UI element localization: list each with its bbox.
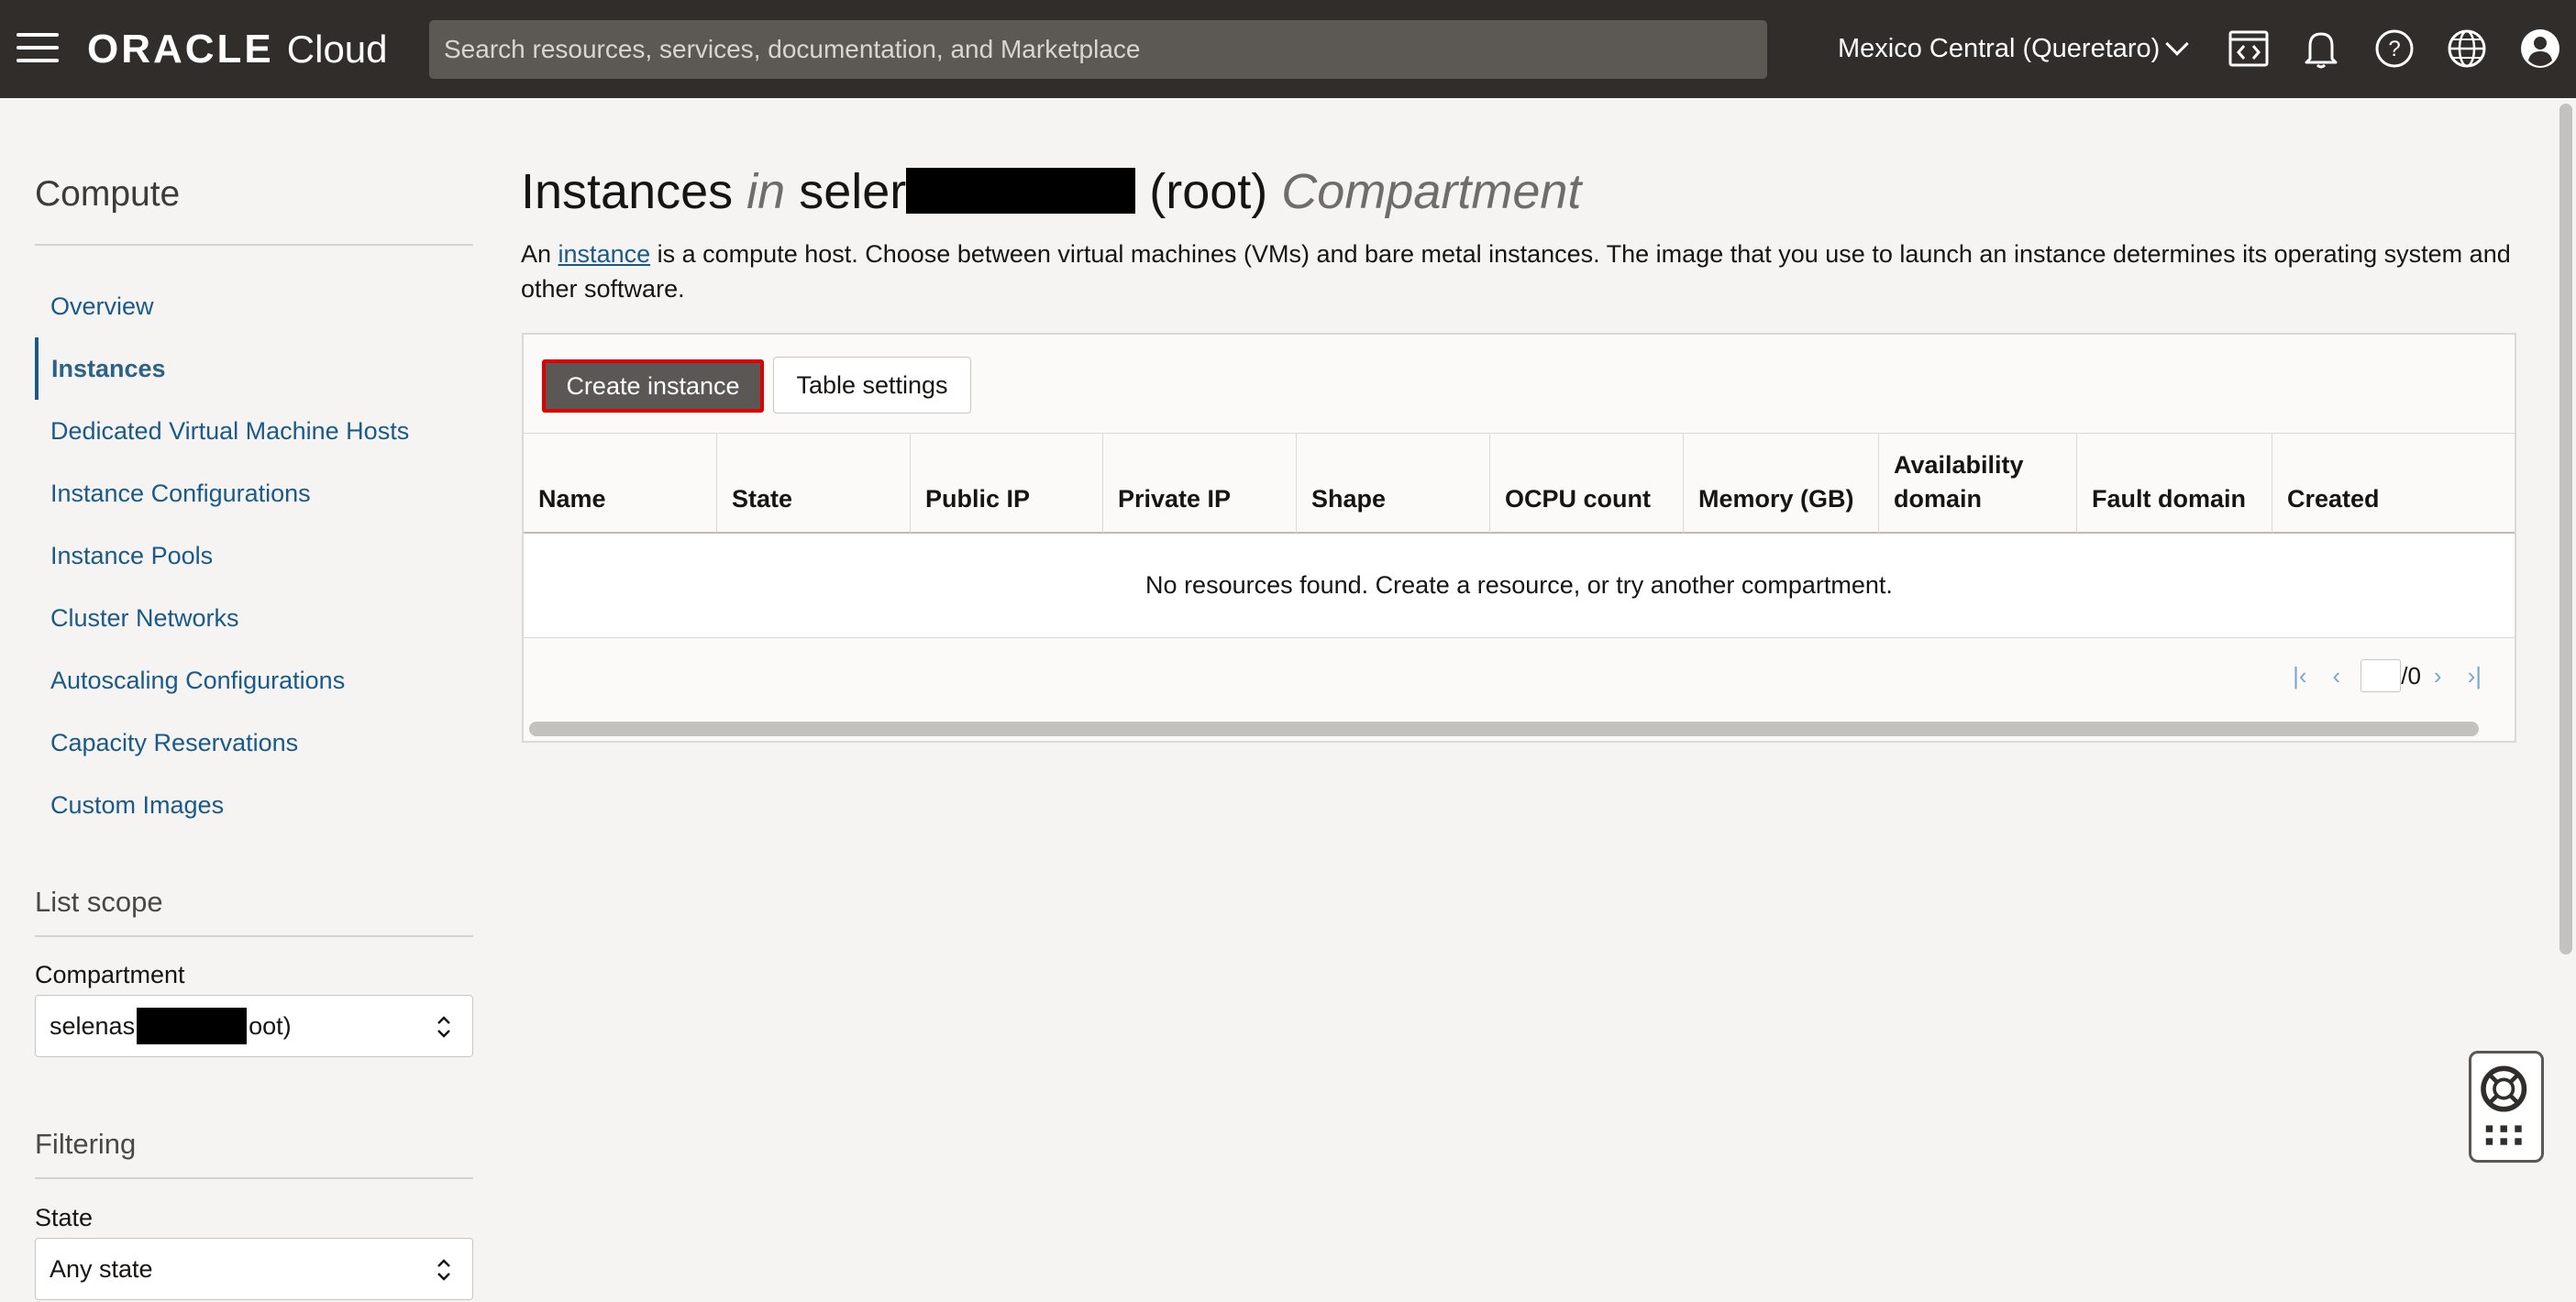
column-header-name[interactable]: Name (524, 434, 717, 533)
last-page-icon[interactable]: ›| (2468, 662, 2482, 690)
sidebar-item-autoscaling-configurations[interactable]: Autoscaling Configurations (35, 649, 473, 712)
chevron-down-icon (2165, 32, 2190, 56)
select-updown-icon (437, 1259, 450, 1281)
column-header-public-ip[interactable]: Public IP (911, 434, 1103, 533)
svg-text:?: ? (2388, 37, 2400, 61)
region-label: Mexico Central (Queretaro) (1838, 33, 2161, 63)
help-support-widget[interactable] (2469, 1051, 2544, 1163)
top-header: ORACLE Cloud Mexico Central (Queretaro) … (0, 0, 2576, 98)
filtering-title: Filtering (35, 1128, 137, 1160)
desc-prefix: An (521, 240, 552, 268)
sidebar-item-overview[interactable]: Overview (35, 275, 473, 337)
page-number-input[interactable] (2360, 659, 2402, 692)
title-root: (root) (1149, 164, 1268, 219)
logo-brand: ORACLE (87, 27, 274, 72)
sidebar-nav: Overview Instances Dedicated Virtual Mac… (35, 275, 473, 836)
sidebar-divider (35, 244, 473, 246)
next-page-icon[interactable]: › (2434, 662, 2442, 690)
filtering-divider (35, 1177, 473, 1179)
first-page-icon[interactable]: |‹ (2293, 662, 2306, 690)
logo-product: Cloud (286, 28, 388, 71)
region-selector[interactable]: Mexico Central (Queretaro) (1838, 26, 2190, 72)
redaction-block (137, 1008, 248, 1044)
table-settings-button[interactable]: Table settings (773, 357, 971, 414)
sidebar-item-custom-images[interactable]: Custom Images (35, 774, 473, 836)
table-header: Name State Public IP Private IP Shape OC… (524, 433, 2515, 534)
page-title: Instances in seler (root) Compartment (521, 163, 1581, 220)
list-scope-divider (35, 935, 473, 937)
language-globe-icon[interactable] (2444, 26, 2490, 72)
title-compartment: Compartment (1281, 164, 1582, 219)
compartment-value-end: oot) (249, 1011, 292, 1040)
state-select[interactable]: Any state (35, 1238, 473, 1300)
user-profile-icon[interactable] (2517, 26, 2563, 72)
column-header-created[interactable]: Created (2272, 434, 2515, 533)
sidebar-item-instance-configurations[interactable]: Instance Configurations (35, 462, 473, 524)
title-compartment-name: seler (799, 164, 907, 219)
help-icon[interactable]: ? (2371, 26, 2417, 72)
sidebar-item-instance-pools[interactable]: Instance Pools (35, 524, 473, 587)
title-instances: Instances (521, 164, 734, 219)
compartment-value-start: selenas (50, 1011, 136, 1040)
sidebar-item-capacity-reservations[interactable]: Capacity Reservations (35, 712, 473, 774)
horizontal-scrollbar[interactable] (529, 722, 2479, 736)
sidebar-title: Compute (35, 174, 181, 214)
sidebar-item-cluster-networks[interactable]: Cluster Networks (35, 587, 473, 649)
oracle-cloud-logo[interactable]: ORACLE Cloud (87, 24, 388, 75)
vertical-scrollbar[interactable] (2559, 104, 2572, 954)
sidebar-item-dedicated-vm-hosts[interactable]: Dedicated Virtual Machine Hosts (35, 400, 473, 462)
search-input[interactable] (429, 20, 1767, 79)
select-updown-icon (437, 1016, 450, 1038)
hamburger-menu-icon[interactable] (17, 33, 59, 64)
column-header-private-ip[interactable]: Private IP (1103, 434, 1297, 533)
instance-doc-link[interactable]: instance (558, 240, 651, 268)
list-scope-title: List scope (35, 886, 163, 918)
compartment-label: Compartment (35, 961, 185, 988)
page-total: /0 (2401, 661, 2421, 690)
state-value: Any state (50, 1254, 153, 1283)
column-header-ocpu-count[interactable]: OCPU count (1490, 434, 1684, 533)
column-header-memory[interactable]: Memory (GB) (1684, 434, 1879, 533)
sidebar-item-instances[interactable]: Instances (35, 337, 473, 400)
state-label: State (35, 1204, 94, 1231)
bell-icon[interactable] (2298, 26, 2344, 72)
lifebuoy-icon (2481, 1065, 2527, 1145)
instances-table-panel: Create instance Table settings Name Stat… (522, 333, 2516, 743)
compartment-select[interactable]: selenas oot) (35, 995, 473, 1057)
code-editor-icon[interactable] (2226, 26, 2272, 72)
title-in: in (746, 164, 786, 219)
column-header-shape[interactable]: Shape (1297, 434, 1490, 533)
previous-page-icon[interactable]: ‹ (2333, 662, 2341, 690)
create-instance-button[interactable]: Create instance (542, 359, 764, 413)
column-header-fault-domain[interactable]: Fault domain (2077, 434, 2272, 533)
column-header-availability-domain[interactable]: Availability domain (1879, 434, 2077, 533)
desc-rest: is a compute host. Choose between virtua… (521, 240, 2511, 303)
pagination: |‹ ‹ /0 › ›| (2280, 657, 2494, 694)
redaction-block (906, 168, 1136, 214)
column-header-state[interactable]: State (717, 434, 911, 533)
page-description: An instance is a compute host. Choose be… (521, 237, 2511, 306)
empty-table-message: No resources found. Create a resource, o… (524, 534, 2515, 638)
